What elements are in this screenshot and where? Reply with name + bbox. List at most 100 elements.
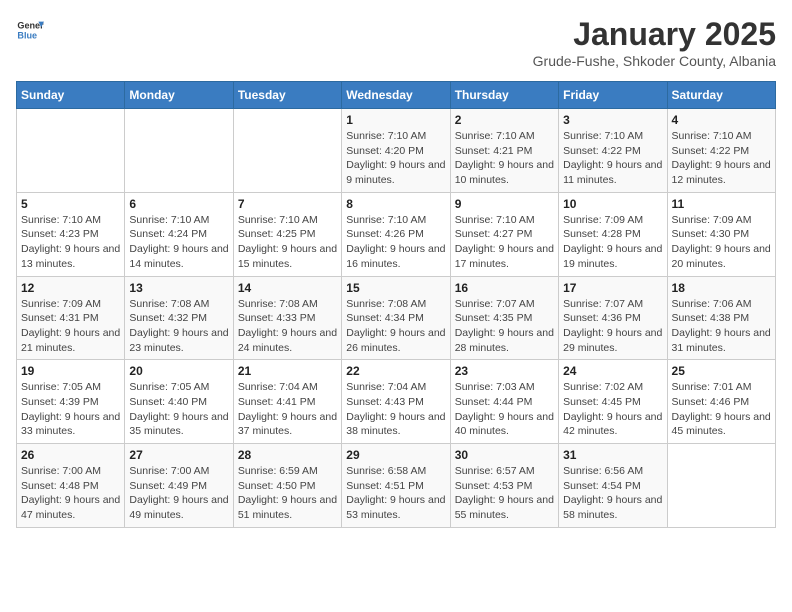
day-info: Sunrise: 7:03 AMSunset: 4:44 PMDaylight:… (455, 380, 554, 439)
calendar-cell: 3 Sunrise: 7:10 AMSunset: 4:22 PMDaylight… (559, 109, 667, 193)
day-number: 2 (455, 113, 554, 127)
day-info: Sunrise: 7:10 AMSunset: 4:22 PMDaylight:… (672, 129, 771, 188)
calendar-cell (17, 109, 125, 193)
calendar-cell: 20 Sunrise: 7:05 AMSunset: 4:40 PMDayligh… (125, 360, 233, 444)
day-number: 28 (238, 448, 337, 462)
calendar-week-1: 1Sunrise: 7:10 AMSunset: 4:20 PMDaylight… (17, 109, 776, 193)
day-info: Sunrise: 7:01 AMSunset: 4:46 PMDaylight:… (672, 380, 771, 439)
calendar-cell: 25 Sunrise: 7:01 AMSunset: 4:46 PMDayligh… (667, 360, 775, 444)
day-info: Sunrise: 7:00 AMSunset: 4:48 PMDaylight:… (21, 464, 120, 523)
weekday-header-thursday: Thursday (450, 82, 558, 109)
calendar-cell (233, 109, 341, 193)
day-info: Sunrise: 6:58 AMSunset: 4:51 PMDaylight:… (346, 464, 445, 523)
day-number: 12 (21, 281, 120, 295)
calendar-table: SundayMondayTuesdayWednesdayThursdayFrid… (16, 81, 776, 528)
day-info: Sunrise: 7:02 AMSunset: 4:45 PMDaylight:… (563, 380, 662, 439)
day-number: 19 (21, 364, 120, 378)
weekday-header-saturday: Saturday (667, 82, 775, 109)
day-info: Sunrise: 7:06 AMSunset: 4:38 PMDaylight:… (672, 297, 771, 356)
day-number: 25 (672, 364, 771, 378)
day-info: Sunrise: 6:57 AMSunset: 4:53 PMDaylight:… (455, 464, 554, 523)
day-number: 11 (672, 197, 771, 211)
calendar-week-3: 12 Sunrise: 7:09 AMSunset: 4:31 PMDayligh… (17, 276, 776, 360)
day-number: 24 (563, 364, 662, 378)
calendar-body: 1Sunrise: 7:10 AMSunset: 4:20 PMDaylight… (17, 109, 776, 528)
logo: General Blue (16, 16, 44, 44)
day-info: Sunrise: 7:09 AMSunset: 4:31 PMDaylight:… (21, 297, 120, 356)
day-info: Sunrise: 7:08 AMSunset: 4:34 PMDaylight:… (346, 297, 445, 356)
day-number: 30 (455, 448, 554, 462)
day-info: Sunrise: 7:10 AMSunset: 4:27 PMDaylight:… (455, 213, 554, 272)
day-number: 10 (563, 197, 662, 211)
day-info: Sunrise: 7:08 AMSunset: 4:33 PMDaylight:… (238, 297, 337, 356)
page-header: General Blue January 2025 Grude-Fushe, S… (16, 16, 776, 69)
day-info: Sunrise: 7:09 AMSunset: 4:28 PMDaylight:… (563, 213, 662, 272)
calendar-cell: 30 Sunrise: 6:57 AMSunset: 4:53 PMDayligh… (450, 444, 558, 528)
weekday-header-tuesday: Tuesday (233, 82, 341, 109)
calendar-cell: 5Sunrise: 7:10 AMSunset: 4:23 PMDaylight… (17, 192, 125, 276)
day-info: Sunrise: 6:59 AMSunset: 4:50 PMDaylight:… (238, 464, 337, 523)
calendar-cell: 14 Sunrise: 7:08 AMSunset: 4:33 PMDayligh… (233, 276, 341, 360)
calendar-header: SundayMondayTuesdayWednesdayThursdayFrid… (17, 82, 776, 109)
day-info: Sunrise: 7:04 AMSunset: 4:41 PMDaylight:… (238, 380, 337, 439)
calendar-subtitle: Grude-Fushe, Shkoder County, Albania (533, 53, 776, 69)
calendar-cell: 9 Sunrise: 7:10 AMSunset: 4:27 PMDaylight… (450, 192, 558, 276)
day-info: Sunrise: 7:10 AMSunset: 4:21 PMDaylight:… (455, 129, 554, 188)
calendar-cell: 7 Sunrise: 7:10 AMSunset: 4:25 PMDaylight… (233, 192, 341, 276)
day-number: 8 (346, 197, 445, 211)
calendar-cell: 21Sunrise: 7:04 AMSunset: 4:41 PMDayligh… (233, 360, 341, 444)
day-number: 27 (129, 448, 228, 462)
day-number: 1 (346, 113, 445, 127)
weekday-header-friday: Friday (559, 82, 667, 109)
calendar-cell (125, 109, 233, 193)
day-info: Sunrise: 7:10 AMSunset: 4:23 PMDaylight:… (21, 213, 120, 272)
day-info: Sunrise: 7:07 AMSunset: 4:35 PMDaylight:… (455, 297, 554, 356)
calendar-cell: 23Sunrise: 7:03 AMSunset: 4:44 PMDayligh… (450, 360, 558, 444)
day-number: 3 (563, 113, 662, 127)
calendar-cell: 28 Sunrise: 6:59 AMSunset: 4:50 PMDayligh… (233, 444, 341, 528)
calendar-cell: 31 Sunrise: 6:56 AMSunset: 4:54 PMDayligh… (559, 444, 667, 528)
day-number: 20 (129, 364, 228, 378)
calendar-cell: 26Sunrise: 7:00 AMSunset: 4:48 PMDayligh… (17, 444, 125, 528)
calendar-cell: 15Sunrise: 7:08 AMSunset: 4:34 PMDayligh… (342, 276, 450, 360)
day-info: Sunrise: 6:56 AMSunset: 4:54 PMDaylight:… (563, 464, 662, 523)
day-number: 31 (563, 448, 662, 462)
day-info: Sunrise: 7:05 AMSunset: 4:39 PMDaylight:… (21, 380, 120, 439)
calendar-cell: 8 Sunrise: 7:10 AMSunset: 4:26 PMDaylight… (342, 192, 450, 276)
day-number: 14 (238, 281, 337, 295)
day-number: 4 (672, 113, 771, 127)
calendar-cell (667, 444, 775, 528)
weekday-header-wednesday: Wednesday (342, 82, 450, 109)
calendar-cell: 12 Sunrise: 7:09 AMSunset: 4:31 PMDayligh… (17, 276, 125, 360)
day-number: 6 (129, 197, 228, 211)
day-info: Sunrise: 7:10 AMSunset: 4:26 PMDaylight:… (346, 213, 445, 272)
calendar-title: January 2025 (533, 16, 776, 53)
day-number: 17 (563, 281, 662, 295)
calendar-cell: 24 Sunrise: 7:02 AMSunset: 4:45 PMDayligh… (559, 360, 667, 444)
day-info: Sunrise: 7:10 AMSunset: 4:25 PMDaylight:… (238, 213, 337, 272)
calendar-cell: 17Sunrise: 7:07 AMSunset: 4:36 PMDayligh… (559, 276, 667, 360)
day-number: 18 (672, 281, 771, 295)
day-info: Sunrise: 7:09 AMSunset: 4:30 PMDaylight:… (672, 213, 771, 272)
calendar-cell: 10 Sunrise: 7:09 AMSunset: 4:28 PMDayligh… (559, 192, 667, 276)
calendar-cell: 27Sunrise: 7:00 AMSunset: 4:49 PMDayligh… (125, 444, 233, 528)
day-number: 22 (346, 364, 445, 378)
calendar-cell: 2 Sunrise: 7:10 AMSunset: 4:21 PMDaylight… (450, 109, 558, 193)
day-number: 29 (346, 448, 445, 462)
calendar-cell: 19 Sunrise: 7:05 AMSunset: 4:39 PMDayligh… (17, 360, 125, 444)
day-number: 9 (455, 197, 554, 211)
calendar-week-2: 5Sunrise: 7:10 AMSunset: 4:23 PMDaylight… (17, 192, 776, 276)
day-info: Sunrise: 7:10 AMSunset: 4:22 PMDaylight:… (563, 129, 662, 188)
svg-text:Blue: Blue (17, 30, 37, 40)
calendar-week-5: 26Sunrise: 7:00 AMSunset: 4:48 PMDayligh… (17, 444, 776, 528)
day-info: Sunrise: 7:10 AMSunset: 4:24 PMDaylight:… (129, 213, 228, 272)
calendar-week-4: 19 Sunrise: 7:05 AMSunset: 4:39 PMDayligh… (17, 360, 776, 444)
logo-icon: General Blue (16, 16, 44, 44)
day-info: Sunrise: 7:05 AMSunset: 4:40 PMDaylight:… (129, 380, 228, 439)
calendar-cell: 22Sunrise: 7:04 AMSunset: 4:43 PMDayligh… (342, 360, 450, 444)
title-block: January 2025 Grude-Fushe, Shkoder County… (533, 16, 776, 69)
calendar-cell: 6 Sunrise: 7:10 AMSunset: 4:24 PMDaylight… (125, 192, 233, 276)
day-number: 16 (455, 281, 554, 295)
day-number: 13 (129, 281, 228, 295)
day-number: 7 (238, 197, 337, 211)
